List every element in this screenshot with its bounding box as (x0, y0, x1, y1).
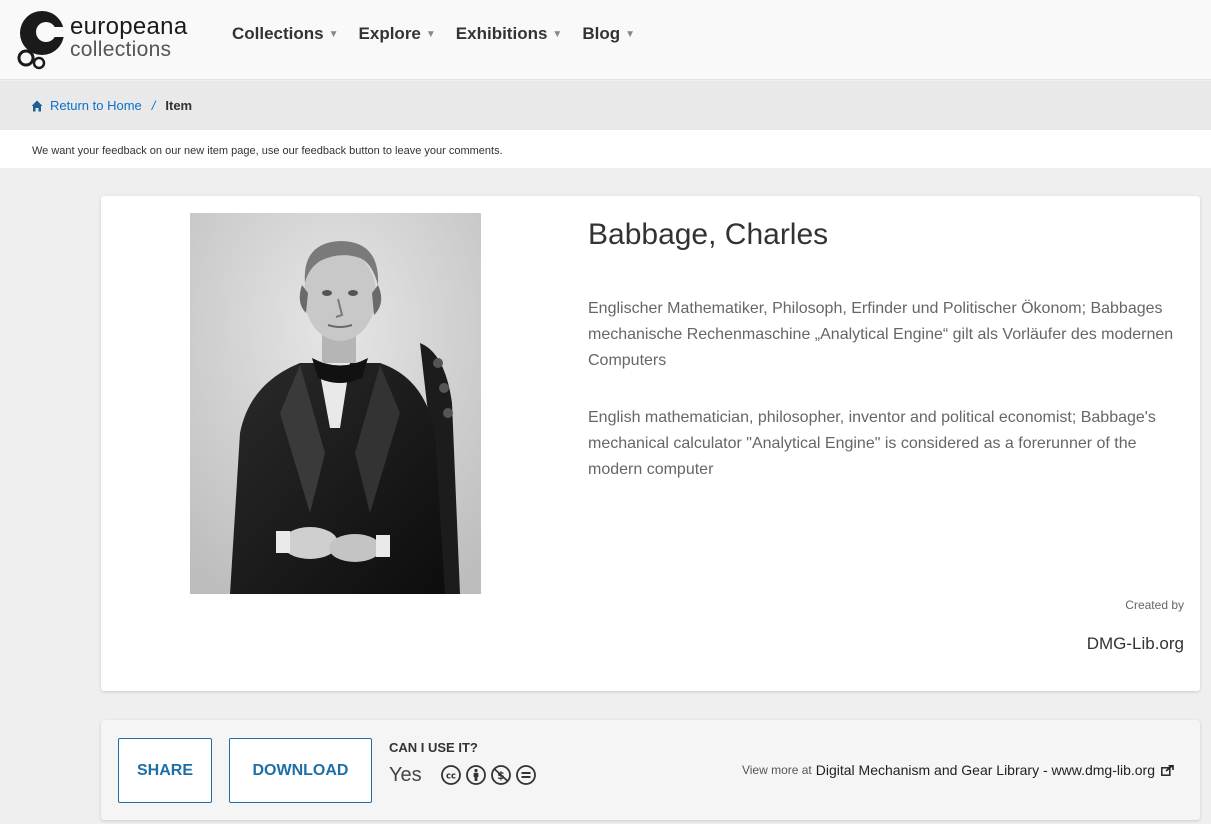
nav-explore-label: Explore (358, 24, 421, 43)
breadcrumb-separator: / (151, 98, 156, 113)
svg-text:cc: cc (446, 772, 456, 782)
europeana-logo[interactable]: europeana collections (17, 8, 207, 72)
can-i-use-it-value: Yes (389, 764, 422, 786)
breadcrumb: Return to Home / Item (0, 81, 1211, 130)
chevron-down-icon: ▼ (552, 28, 563, 40)
nav-collections[interactable]: Collections ▼ (232, 24, 339, 44)
download-button[interactable]: DOWNLOAD (229, 738, 372, 803)
nav-explore[interactable]: Explore ▼ (359, 24, 436, 44)
nav-exhibitions[interactable]: Exhibitions ▼ (456, 24, 563, 44)
breadcrumb-current: Item (165, 98, 193, 113)
share-button[interactable]: SHARE (118, 738, 212, 803)
breadcrumb-home-link[interactable]: Return to Home (50, 98, 142, 113)
brand-subname: collections (70, 38, 172, 61)
noderivatives-icon (516, 765, 536, 785)
item-description-german: Englischer Mathematiker, Philosoph, Erfi… (588, 300, 1174, 369)
brand-name: europeana (70, 13, 188, 40)
item-action-bar: SHARE DOWNLOAD CAN I USE IT? Yes cc $ Vi… (101, 720, 1200, 820)
nav-exhibitions-label: Exhibitions (455, 24, 548, 43)
feedback-text: We want your feedback on our new item pa… (32, 145, 503, 157)
external-link-icon[interactable] (1161, 764, 1174, 776)
attribution-icon (466, 765, 486, 785)
item-description-english: English mathematician, philosopher, inve… (588, 409, 1156, 478)
europeana-logo-icon (17, 11, 69, 70)
main-menu: Collections ▼ Explore ▼ Exhibitions ▼ Bl… (232, 24, 635, 44)
chevron-down-icon: ▼ (328, 28, 339, 40)
can-i-use-it-label: CAN I USE IT? (389, 740, 478, 755)
view-more-prefix: View more at (741, 763, 812, 777)
home-icon[interactable] (31, 100, 43, 112)
item-portrait-image[interactable] (190, 213, 481, 594)
cc-icon: cc (441, 765, 461, 785)
feedback-notice: We want your feedback on our new item pa… (0, 130, 1211, 168)
item-title: Babbage, Charles (588, 218, 829, 251)
nav-collections-label: Collections (232, 24, 324, 43)
chevron-down-icon: ▼ (425, 28, 436, 40)
created-by-label: Created by (1125, 598, 1184, 612)
license-icons[interactable]: cc $ (440, 764, 537, 786)
item-card: Babbage, Charles Englischer Mathematiker… (101, 196, 1200, 691)
chevron-down-icon: ▼ (625, 28, 636, 40)
created-by-value[interactable]: DMG-Lib.org (1087, 634, 1184, 654)
nav-blog[interactable]: Blog ▼ (582, 24, 635, 44)
top-navigation: europeana collections Collections ▼ Expl… (0, 0, 1211, 80)
nav-blog-label: Blog (582, 24, 621, 43)
provider-link[interactable]: Digital Mechanism and Gear Library - www… (816, 762, 1155, 778)
noncommercial-icon: $ (491, 765, 511, 785)
view-more-provider: View more at Digital Mechanism and Gear … (742, 762, 1174, 778)
